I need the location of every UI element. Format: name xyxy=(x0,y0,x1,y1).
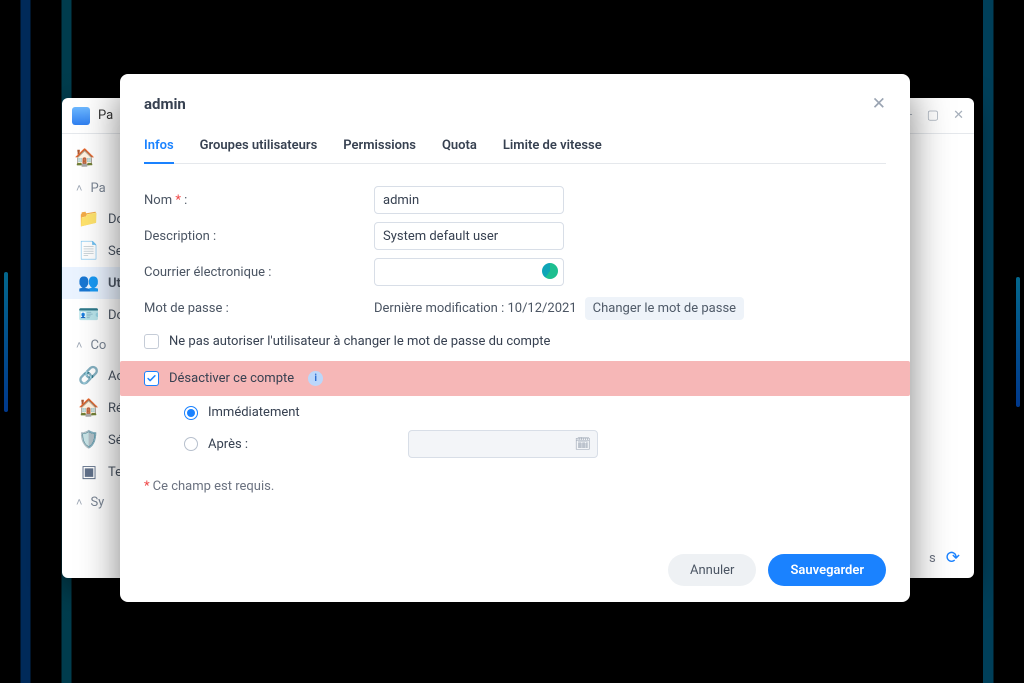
checkbox-label: Désactiver ce compte xyxy=(169,371,294,386)
dialog-tabs: Infos Groupes utilisateurs Permissions Q… xyxy=(144,130,886,164)
email-input[interactable] xyxy=(374,258,564,286)
refresh-icon[interactable]: ⟳ xyxy=(946,548,960,568)
email-provider-icon xyxy=(542,263,558,279)
close-icon[interactable]: ✕ xyxy=(953,108,964,123)
checkbox-disable-account[interactable]: Désactiver ce compte i xyxy=(144,365,886,392)
password-label: Mot de passe : xyxy=(144,301,374,316)
maximize-icon[interactable]: ▢ xyxy=(927,108,939,123)
required-note: *Ce champ est requis. xyxy=(144,479,886,494)
users-icon: 👥 xyxy=(80,274,98,292)
description-input[interactable] xyxy=(374,222,564,250)
network-icon: 🏠 xyxy=(80,399,98,417)
sidebar-item-label: Ut xyxy=(108,276,121,291)
password-lastmod: Dernière modification : 10/12/2021 xyxy=(374,301,577,316)
sidebar-group-label: Co xyxy=(90,338,106,353)
footer-text: s xyxy=(929,551,936,566)
form-body: Nom * : Description : Courrier électroni… xyxy=(144,164,886,544)
disable-timing-radios: Immédiatement Après : 🗓 xyxy=(144,400,886,463)
file-icon: 📄 xyxy=(80,242,98,260)
desc-label: Description : xyxy=(144,229,374,244)
radio-unselected-icon xyxy=(184,437,198,451)
sidebar-group-label: Pa xyxy=(90,181,105,196)
chevron-up-icon: ˄ xyxy=(76,182,82,195)
sidebar-group-label: Sy xyxy=(90,495,104,510)
date-input[interactable]: 🗓 xyxy=(408,430,598,458)
info-icon[interactable]: i xyxy=(308,371,323,386)
close-icon[interactable]: ✕ xyxy=(872,94,886,114)
email-label: Courrier électronique : xyxy=(144,265,374,280)
radio-immediate[interactable]: Immédiatement xyxy=(184,400,886,425)
shield-icon: 🛡️ xyxy=(80,431,98,449)
edit-user-dialog: admin ✕ Infos Groupes utilisateurs Permi… xyxy=(120,74,910,602)
radio-after[interactable]: Après : 🗓 xyxy=(184,425,886,463)
radio-label: Après : xyxy=(208,437,248,452)
radio-label: Immédiatement xyxy=(208,405,300,420)
checkbox-no-pass-change[interactable]: Ne pas autoriser l'utilisateur à changer… xyxy=(144,328,886,355)
terminal-icon: ▣ xyxy=(80,463,98,481)
app-icon xyxy=(72,107,90,125)
name-label: Nom xyxy=(144,193,172,208)
checkbox-label: Ne pas autoriser l'utilisateur à changer… xyxy=(169,334,550,349)
home-icon: 🏠 xyxy=(76,149,94,167)
tab-quota[interactable]: Quota xyxy=(442,130,477,163)
checkbox-icon xyxy=(144,334,159,349)
tab-infos[interactable]: Infos xyxy=(144,130,174,163)
tab-groups[interactable]: Groupes utilisateurs xyxy=(200,130,318,163)
change-password-link[interactable]: Changer le mot de passe xyxy=(585,297,744,320)
tab-permissions[interactable]: Permissions xyxy=(343,130,416,163)
name-input[interactable] xyxy=(374,186,564,214)
tab-speedlimit[interactable]: Limite de vitesse xyxy=(503,130,602,163)
window-title: Pa xyxy=(98,108,113,123)
chevron-up-icon: ˄ xyxy=(76,496,82,509)
cancel-button[interactable]: Annuler xyxy=(668,554,756,586)
chevron-up-icon: ˄ xyxy=(76,339,82,352)
required-asterisk: * xyxy=(175,193,184,208)
save-button[interactable]: Sauvegarder xyxy=(768,554,886,586)
radio-selected-icon xyxy=(184,406,198,420)
link-icon: 🔗 xyxy=(80,367,98,385)
calendar-icon: 🗓 xyxy=(575,437,592,452)
domain-icon: 🪪 xyxy=(80,306,98,324)
folder-icon: 📁 xyxy=(80,210,98,228)
checkbox-checked-icon xyxy=(144,371,159,386)
dialog-title: admin xyxy=(144,95,186,113)
